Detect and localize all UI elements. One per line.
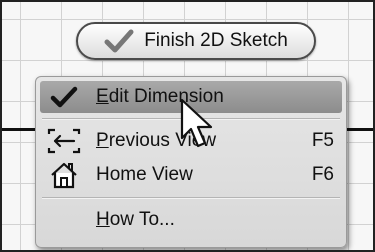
mouse-cursor-icon — [180, 98, 213, 148]
menu-item-label: How To... — [96, 209, 175, 230]
menu-separator — [42, 197, 340, 198]
checkmark-icon — [104, 28, 134, 54]
previous-view-icon — [44, 125, 84, 157]
menu-item-how-to[interactable]: How To... — [40, 204, 342, 236]
menu-item-home-view[interactable]: Home View F6 — [40, 159, 342, 191]
checkmark-icon — [44, 81, 84, 113]
finish-button-label: Finish 2D Sketch — [144, 30, 288, 51]
sketch-canvas[interactable]: Finish 2D Sketch Edit Dimension Previous… — [0, 0, 375, 252]
home-icon — [44, 159, 84, 191]
shortcut-key: F6 — [311, 164, 334, 185]
menu-item-label: Home View — [96, 164, 193, 185]
shortcut-key: F5 — [311, 130, 334, 151]
finish-2d-sketch-button[interactable]: Finish 2D Sketch — [76, 22, 316, 60]
